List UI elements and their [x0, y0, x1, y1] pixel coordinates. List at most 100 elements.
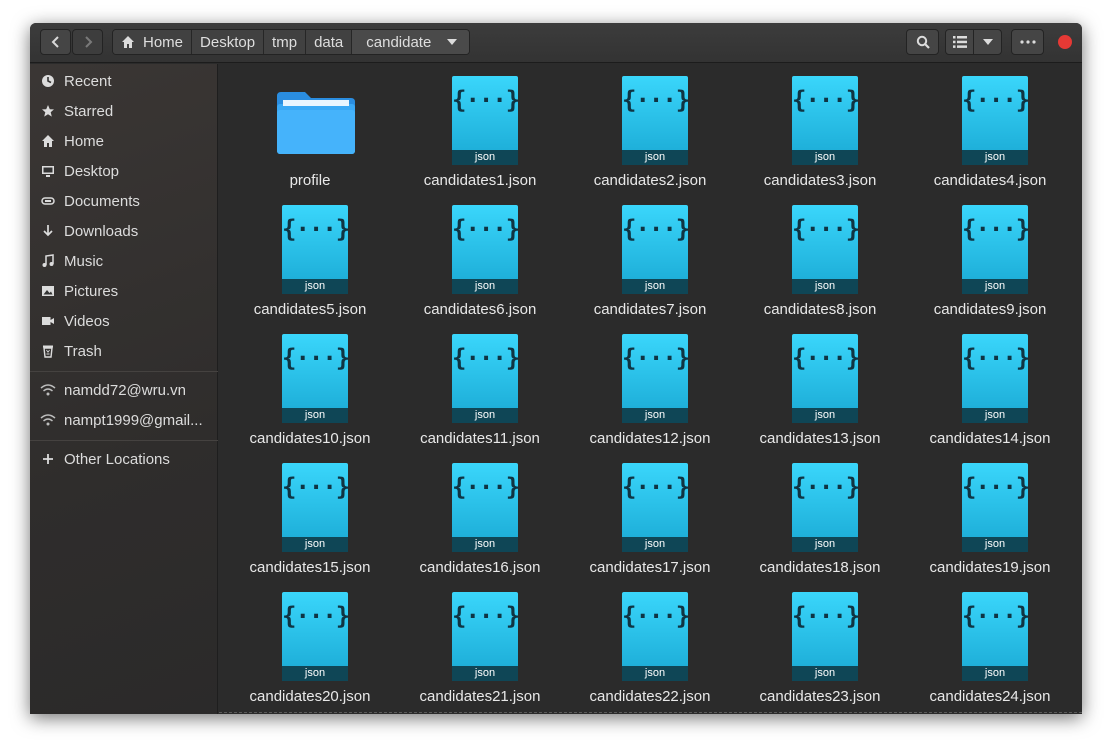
- file-manager-window: Home Desktop tmp data candidate Recent S…: [30, 23, 1082, 714]
- sidebar-item-home[interactable]: Home: [30, 126, 218, 156]
- json-file-item[interactable]: {···} json candidates22.json: [575, 580, 725, 705]
- breadcrumb-label: data: [314, 33, 344, 51]
- sidebar-item-videos[interactable]: Videos: [30, 306, 218, 336]
- file-type-badge: json: [282, 408, 348, 423]
- json-file-item[interactable]: {···} json candidates6.json: [405, 193, 555, 318]
- sidebar-separator: [30, 440, 218, 441]
- braces-glyph: {···}: [282, 602, 350, 630]
- json-file-item[interactable]: {···} json candidates8.json: [745, 193, 895, 318]
- braces-glyph: {···}: [962, 215, 1030, 243]
- file-type-badge: json: [282, 279, 348, 294]
- braces-glyph: {···}: [282, 215, 350, 243]
- sidebar-item-label: Starred: [64, 102, 114, 120]
- json-file-icon: {···} json: [282, 463, 350, 552]
- sidebar-item-label: Documents: [64, 192, 140, 210]
- json-file-item[interactable]: {···} json candidates20.json: [235, 580, 385, 705]
- sidebar-item-desktop[interactable]: Desktop: [30, 156, 218, 186]
- sidebar-item-trash[interactable]: Trash: [30, 336, 218, 366]
- file-name: candidates12.json: [589, 430, 711, 447]
- braces-glyph: {···}: [452, 602, 520, 630]
- picture-icon: [40, 283, 56, 299]
- json-file-item[interactable]: {···} json candidates13.json: [745, 322, 895, 447]
- close-button[interactable]: [1058, 35, 1072, 49]
- file-name: candidates7.json: [593, 301, 707, 318]
- menu-button[interactable]: [1011, 29, 1044, 55]
- file-type-badge: json: [962, 666, 1028, 681]
- json-file-item[interactable]: {···} json candidates7.json: [575, 193, 725, 318]
- sidebar-item-starred[interactable]: Starred: [30, 96, 218, 126]
- sidebar-item-label: Home: [64, 132, 105, 150]
- file-name: candidates8.json: [763, 301, 877, 318]
- search-button[interactable]: [906, 29, 939, 55]
- file-type-badge: json: [452, 408, 518, 423]
- folder-item[interactable]: profile: [235, 64, 385, 189]
- sidebar-item-network-2[interactable]: nampt1999@gmail...: [30, 405, 218, 435]
- file-name: profile: [289, 172, 331, 189]
- json-file-item[interactable]: {···} json candidates9.json: [915, 193, 1065, 318]
- sidebar-item-label: Downloads: [64, 222, 139, 240]
- json-file-item[interactable]: {···} json candidates5.json: [235, 193, 385, 318]
- sidebar-item-pictures[interactable]: Pictures: [30, 276, 218, 306]
- braces-glyph: {···}: [282, 344, 350, 372]
- json-file-item[interactable]: {···} json candidates16.json: [405, 451, 555, 576]
- braces-glyph: {···}: [962, 86, 1030, 114]
- json-file-item[interactable]: {···} json candidates24.json: [915, 580, 1065, 705]
- json-file-icon: {···} json: [792, 76, 860, 165]
- download-icon: [40, 223, 56, 239]
- breadcrumb-label: Desktop: [200, 33, 256, 51]
- json-file-item[interactable]: {···} json candidates14.json: [915, 322, 1065, 447]
- json-file-item[interactable]: {···} json candidates19.json: [915, 451, 1065, 576]
- file-type-badge: json: [282, 666, 348, 681]
- json-file-item[interactable]: {···} json candidates18.json: [745, 451, 895, 576]
- json-file-item[interactable]: {···} json candidates2.json: [575, 64, 725, 189]
- sidebar: Recent Starred Home Desktop Documents Do…: [30, 64, 218, 714]
- json-file-item[interactable]: {···} json candidates11.json: [405, 322, 555, 447]
- sidebar-item-network-1[interactable]: namdd72@wru.vn: [30, 375, 218, 405]
- json-file-item[interactable]: {···} json candidates15.json: [235, 451, 385, 576]
- file-name: candidates2.json: [593, 172, 707, 189]
- json-file-icon: {···} json: [452, 76, 520, 165]
- sidebar-item-downloads[interactable]: Downloads: [30, 216, 218, 246]
- sidebar-item-documents[interactable]: Documents: [30, 186, 218, 216]
- forward-button[interactable]: [72, 29, 103, 55]
- view-toggle-button[interactable]: [945, 29, 974, 55]
- braces-glyph: {···}: [962, 473, 1030, 501]
- sidebar-item-label: Trash: [64, 342, 102, 360]
- file-grid: profile {···} json candidates1.json {···} js…: [219, 64, 1082, 714]
- json-file-icon: {···} json: [282, 205, 350, 294]
- json-file-item[interactable]: {···} json candidates3.json: [745, 64, 895, 189]
- breadcrumb-tmp[interactable]: tmp: [264, 30, 307, 54]
- sidebar-item-music[interactable]: Music: [30, 246, 218, 276]
- chevron-down-icon: [447, 39, 458, 45]
- file-type-badge: json: [962, 150, 1028, 165]
- chevron-left-icon: [51, 36, 59, 48]
- breadcrumb-home[interactable]: Home: [113, 30, 193, 54]
- braces-glyph: {···}: [452, 86, 520, 114]
- json-file-icon: {···} json: [622, 334, 690, 423]
- json-file-item[interactable]: {···} json candidates23.json: [745, 580, 895, 705]
- breadcrumb-data[interactable]: data: [306, 30, 353, 54]
- json-file-item[interactable]: {···} json candidates4.json: [915, 64, 1065, 189]
- breadcrumb-desktop[interactable]: Desktop: [192, 30, 265, 54]
- braces-glyph: {···}: [792, 215, 860, 243]
- json-file-icon: {···} json: [792, 463, 860, 552]
- file-name: candidates24.json: [929, 688, 1051, 705]
- file-type-badge: json: [792, 150, 858, 165]
- json-file-icon: {···} json: [452, 334, 520, 423]
- sidebar-item-label: Videos: [64, 312, 110, 330]
- file-type-badge: json: [452, 279, 518, 294]
- json-file-item[interactable]: {···} json candidates17.json: [575, 451, 725, 576]
- file-name: candidates10.json: [249, 430, 371, 447]
- back-button[interactable]: [40, 29, 71, 55]
- json-file-item[interactable]: {···} json candidates10.json: [235, 322, 385, 447]
- breadcrumb-label: Home: [143, 33, 184, 51]
- sidebar-item-recent[interactable]: Recent: [30, 66, 218, 96]
- sidebar-item-other-locations[interactable]: Other Locations: [30, 444, 218, 474]
- json-file-icon: {···} json: [962, 334, 1030, 423]
- file-type-badge: json: [962, 408, 1028, 423]
- json-file-item[interactable]: {···} json candidates12.json: [575, 322, 725, 447]
- json-file-item[interactable]: {···} json candidates1.json: [405, 64, 555, 189]
- breadcrumb-candidate[interactable]: candidate: [352, 30, 470, 54]
- view-options-button[interactable]: [973, 29, 1002, 55]
- json-file-item[interactable]: {···} json candidates21.json: [405, 580, 555, 705]
